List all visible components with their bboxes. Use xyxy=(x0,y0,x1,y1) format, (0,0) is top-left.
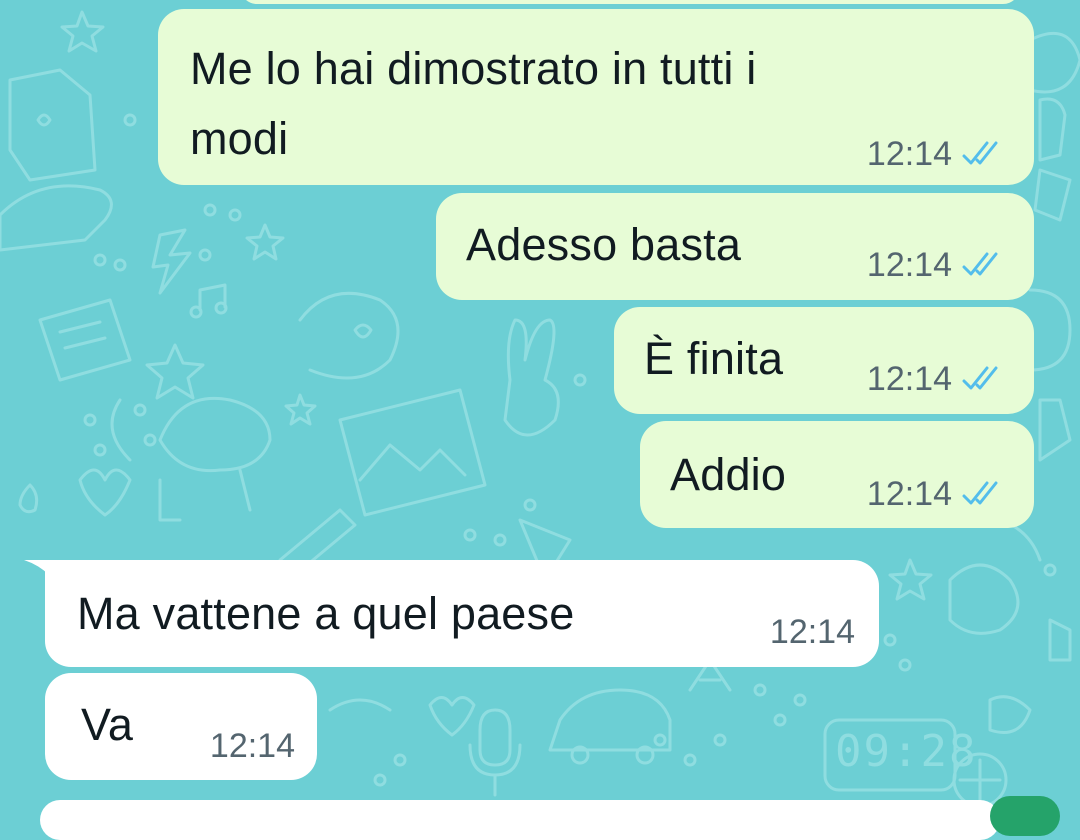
partial-green-button[interactable] xyxy=(990,796,1060,836)
message-bubble-outgoing[interactable]: Addio 12:14 xyxy=(640,421,1034,528)
message-time: 12:14 xyxy=(866,475,952,513)
message-bubble-outgoing[interactable]: Me lo hai dimostrato in tutti i modi 12:… xyxy=(158,9,1034,185)
message-text: Adesso basta xyxy=(466,219,742,270)
message-bubble-partial-bottom[interactable] xyxy=(40,800,1000,840)
message-text: È finita xyxy=(644,333,784,384)
message-time: 12:14 xyxy=(866,360,952,398)
message-time: 12:14 xyxy=(866,246,952,284)
read-double-check-icon xyxy=(962,481,998,505)
message-bubble-incoming[interactable]: Va 12:14 xyxy=(45,673,317,780)
read-double-check-icon xyxy=(962,366,998,390)
message-bubble-outgoing[interactable]: È finita 12:14 xyxy=(614,307,1034,414)
read-double-check-icon xyxy=(962,252,998,276)
read-double-check-icon xyxy=(962,141,998,165)
message-bubble-partial-top[interactable] xyxy=(240,0,1020,4)
message-time: 12:14 xyxy=(769,613,855,651)
message-bubble-incoming[interactable]: Ma vattene a quel paese 12:14 xyxy=(45,560,879,667)
message-text: modi xyxy=(190,113,289,164)
message-bubble-outgoing[interactable]: Adesso basta 12:14 xyxy=(436,193,1034,300)
milk-carton-doodle xyxy=(8,68,97,182)
message-text: Ma vattene a quel paese xyxy=(77,588,575,639)
message-time: 12:14 xyxy=(866,135,952,173)
message-text: Va xyxy=(81,699,134,750)
message-text: Me lo hai dimostrato in tutti i xyxy=(190,43,757,94)
wallpaper-clock-doodle: 09:28 xyxy=(835,726,978,777)
message-time: 12:14 xyxy=(209,727,295,765)
message-text: Addio xyxy=(670,449,787,500)
